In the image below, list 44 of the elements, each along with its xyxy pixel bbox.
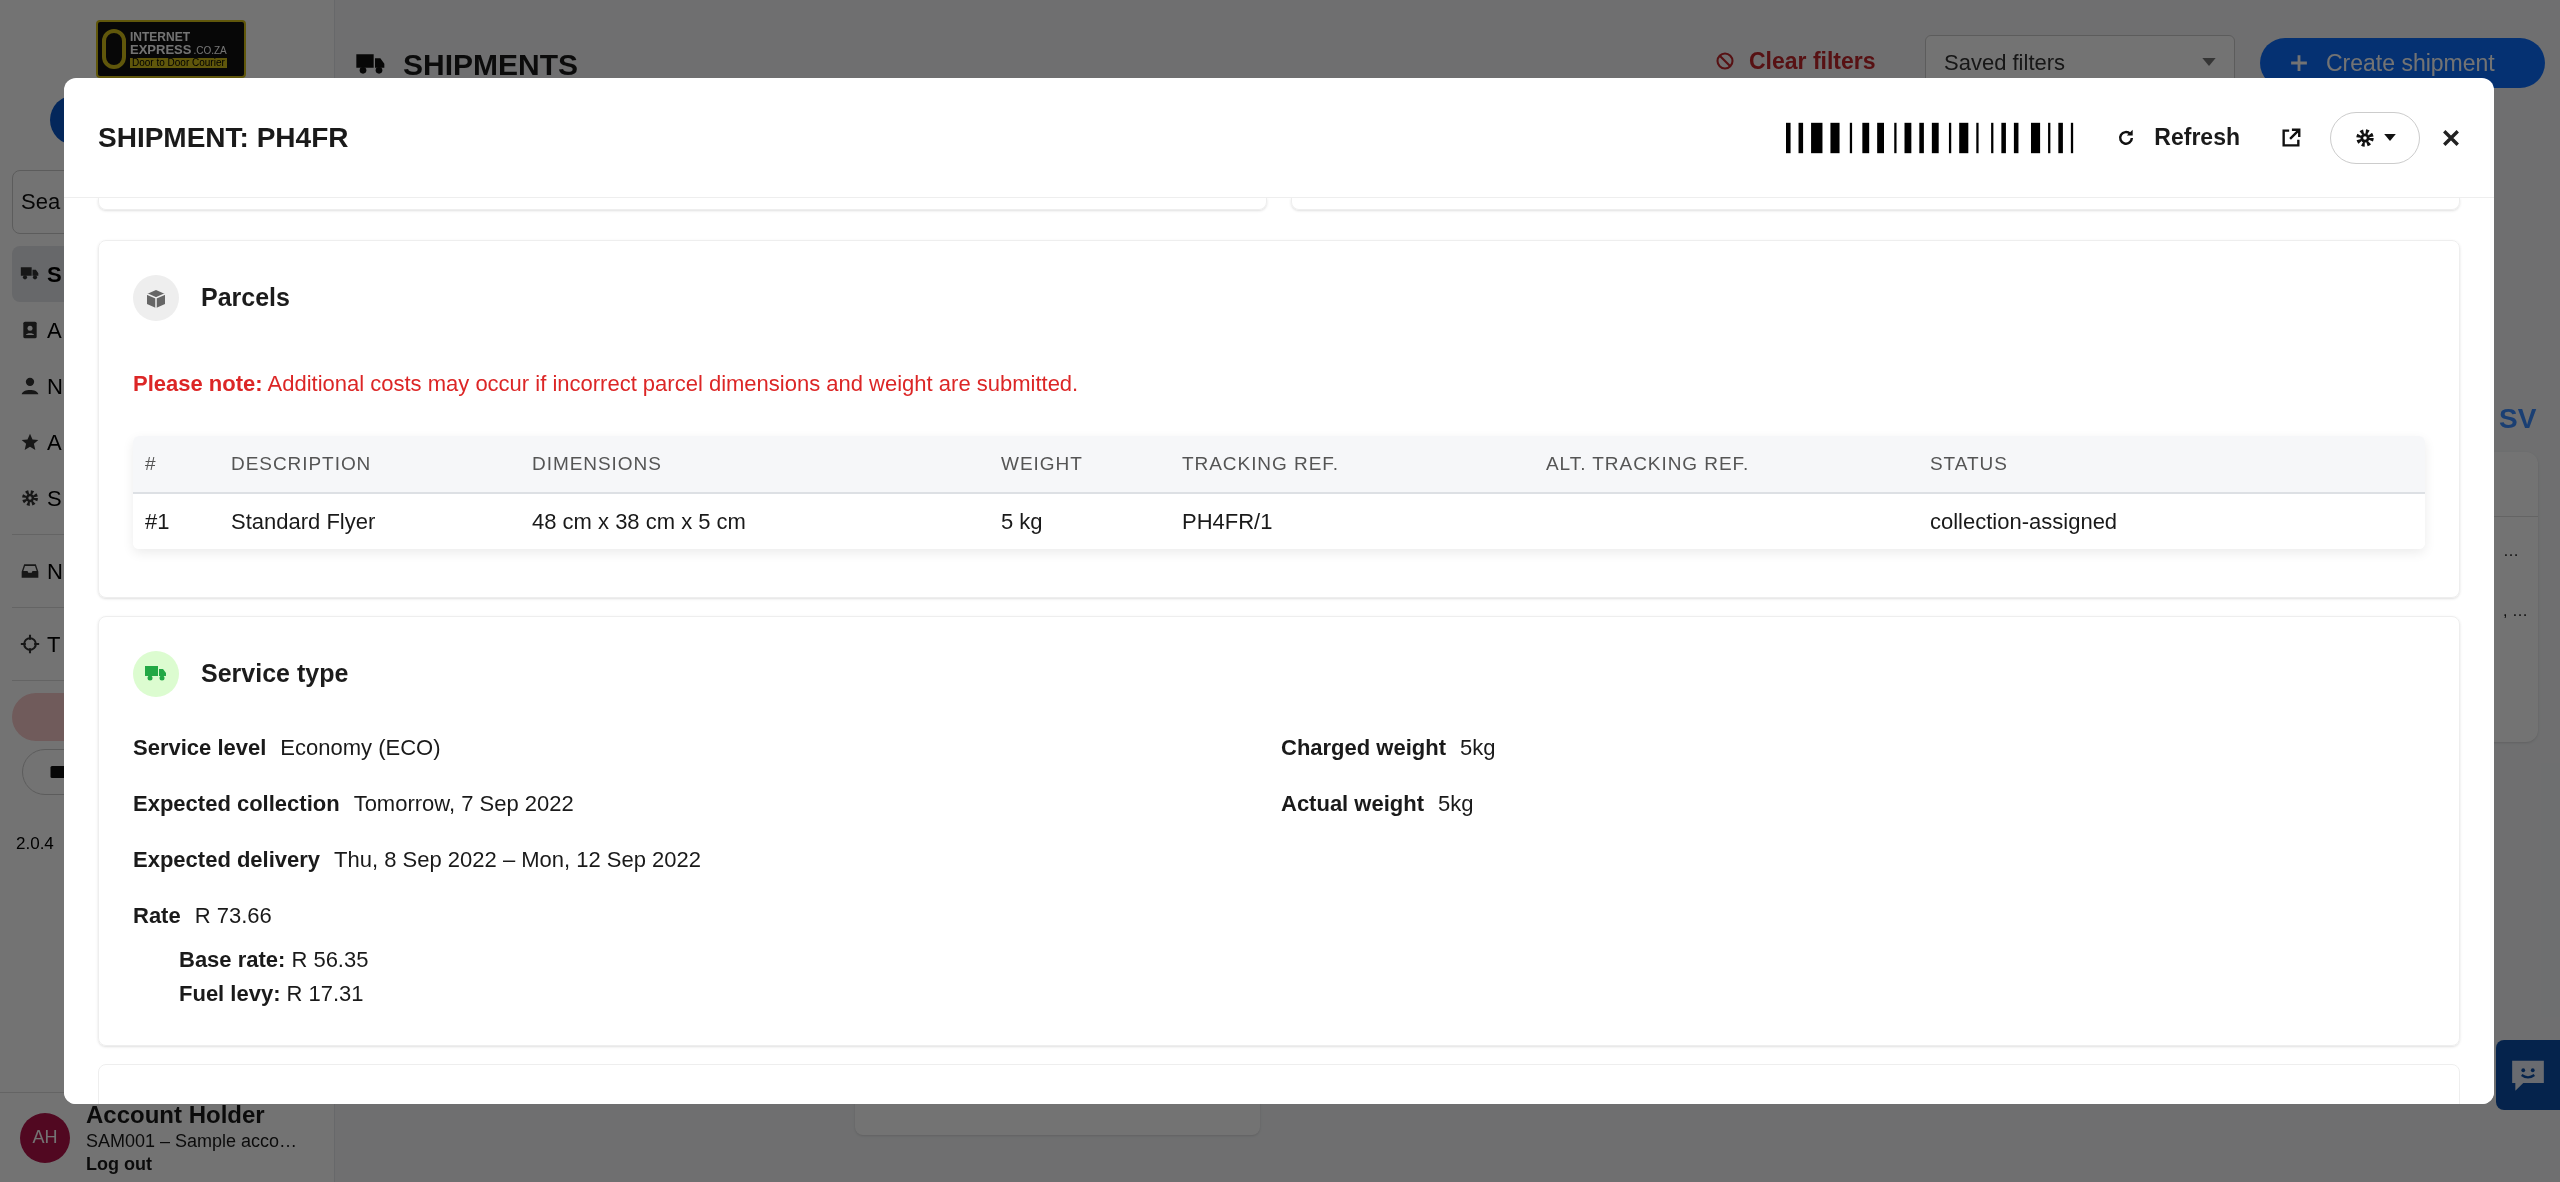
column-header: ALT. TRACKING REF.: [1546, 452, 1750, 474]
field-label: Rate: [133, 901, 181, 930]
field-value: 5kg: [1460, 733, 1496, 762]
account-subtitle: SAM001 – Sample acco…: [86, 1130, 298, 1153]
table-cell: 48 cm x 38 cm x 5 cm: [532, 509, 746, 534]
logo-tagline: Door to Door Courier: [130, 57, 227, 68]
column-header: #: [145, 452, 157, 474]
card-title: Parcels: [201, 282, 290, 314]
version-text: 2.0.4: [16, 833, 54, 855]
column-header: DESCRIPTION: [231, 452, 372, 474]
field-value: R 56.35: [291, 946, 369, 974]
field-label: Expected delivery: [133, 845, 321, 874]
column-header: STATUS: [1930, 452, 2008, 474]
logo-text: INTERNET: [130, 30, 190, 43]
avatar: AH: [20, 1112, 70, 1163]
field-value: Economy (ECO): [280, 733, 441, 762]
column-header: DIMENSIONS: [532, 452, 662, 474]
table-cell: Standard Flyer: [231, 509, 376, 534]
account-name: Account Holder: [86, 1100, 266, 1130]
card-title: Service type: [201, 658, 349, 690]
field-label: Service level: [133, 733, 267, 762]
table-cell: #1: [145, 509, 170, 534]
list-text: …: [2503, 541, 2519, 561]
field-value: R 17.31: [286, 980, 364, 1008]
modal-title: SHIPMENT: PH4FR: [98, 120, 349, 155]
field-label: Base rate:: [179, 946, 286, 974]
table-cell: PH4FR/1: [1182, 509, 1273, 534]
field-label: Charged weight: [1281, 733, 1446, 762]
field-value: Thu, 8 Sep 2022 – Mon, 12 Sep 2022: [334, 845, 702, 874]
warning-note: Please note: Additional costs may occur if incorrect parcel dimensions and weight are submitted.: [133, 370, 1079, 398]
field-value: 5kg: [1438, 789, 1474, 818]
list-text: , …: [2503, 601, 2528, 621]
logo-text: EXPRESS: [130, 42, 192, 56]
logo-text: .CO.ZA: [193, 45, 227, 56]
field-label: Fuel levy:: [179, 980, 281, 1008]
field-label: Actual weight: [1281, 789, 1424, 818]
field-label: Expected collection: [133, 789, 340, 818]
table-cell: 5 kg: [1001, 509, 1043, 534]
page-title: SHIPMENTS: [403, 47, 579, 83]
field-value: Tomorrow, 7 Sep 2022: [353, 789, 574, 818]
table-cell: collection-assigned: [1930, 509, 2118, 534]
column-header: WEIGHT: [1001, 452, 1083, 474]
field-value: R 73.66: [194, 901, 272, 930]
column-header: TRACKING REF.: [1182, 452, 1339, 474]
